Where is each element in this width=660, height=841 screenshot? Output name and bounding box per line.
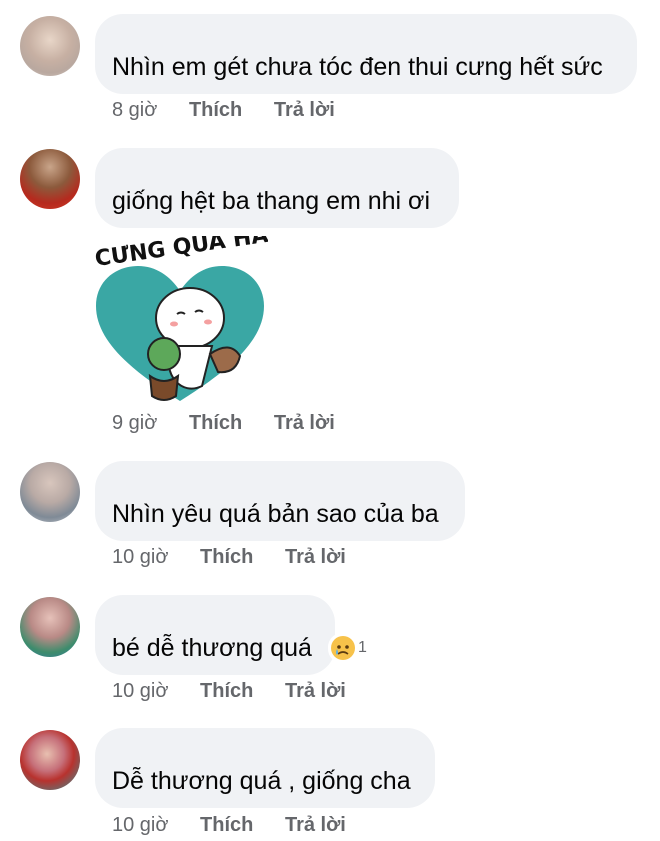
comment-time: 10 giờ	[112, 680, 169, 702]
comment-bubble: Dễ thương quá , giống cha	[95, 728, 435, 808]
cung-qua-ha-sticker[interactable]: CƯNG QUÁ HÀ	[92, 236, 268, 414]
sticker-caption: CƯNG QUÁ HÀ	[93, 236, 268, 272]
comment-time: 10 giờ	[112, 546, 169, 568]
reply-button[interactable]: Trả lời	[285, 680, 346, 703]
comment-actions: 10 giờ Thích Trả lời	[112, 814, 346, 837]
like-button[interactable]: Thích	[200, 680, 253, 703]
like-button[interactable]: Thích	[189, 412, 242, 435]
like-button[interactable]: Thích	[189, 99, 242, 122]
comment-text: Nhìn yêu quá bản sao của ba	[112, 500, 439, 528]
reply-button[interactable]: Trả lời	[285, 814, 346, 837]
reply-button[interactable]: Trả lời	[274, 99, 335, 122]
like-button[interactable]: Thích	[200, 814, 253, 837]
comment-bubble: giống hệt ba thang em nhi ơi	[95, 148, 459, 228]
comment-bubble: bé dễ thương quá	[95, 595, 335, 675]
reply-button[interactable]: Trả lời	[285, 546, 346, 569]
comment-bubble: Nhìn yêu quá bản sao của ba	[95, 461, 465, 541]
comment-bubble: Nhìn em gét chưa tóc đen thui cưng hết s…	[95, 14, 637, 94]
reaction-badge[interactable]: 1	[328, 633, 371, 663]
comment-text: bé dễ thương quá	[112, 634, 312, 662]
avatar[interactable]	[20, 149, 80, 209]
comment-actions: 10 giờ Thích Trả lời	[112, 546, 346, 569]
comment-time: 10 giờ	[112, 814, 169, 836]
comment-text: Nhìn em gét chưa tóc đen thui cưng hết s…	[112, 53, 603, 81]
comment-time: 9 giờ	[112, 412, 158, 434]
comment-actions: 10 giờ Thích Trả lời	[112, 680, 346, 703]
like-button[interactable]: Thích	[200, 546, 253, 569]
comment-time: 8 giờ	[112, 99, 158, 121]
reaction-count: 1	[358, 639, 367, 656]
avatar[interactable]	[20, 462, 80, 522]
comment-actions: 8 giờ Thích Trả lời	[112, 99, 335, 122]
reply-button[interactable]: Trả lời	[274, 412, 335, 435]
sad-face-icon	[331, 636, 355, 660]
avatar[interactable]	[20, 16, 80, 76]
comment-text: Dễ thương quá , giống cha	[112, 767, 411, 795]
avatar[interactable]	[20, 597, 80, 657]
avatar[interactable]	[20, 730, 80, 790]
comment-actions: 9 giờ Thích Trả lời	[112, 412, 335, 435]
comment-text: giống hệt ba thang em nhi ơi	[112, 187, 431, 215]
